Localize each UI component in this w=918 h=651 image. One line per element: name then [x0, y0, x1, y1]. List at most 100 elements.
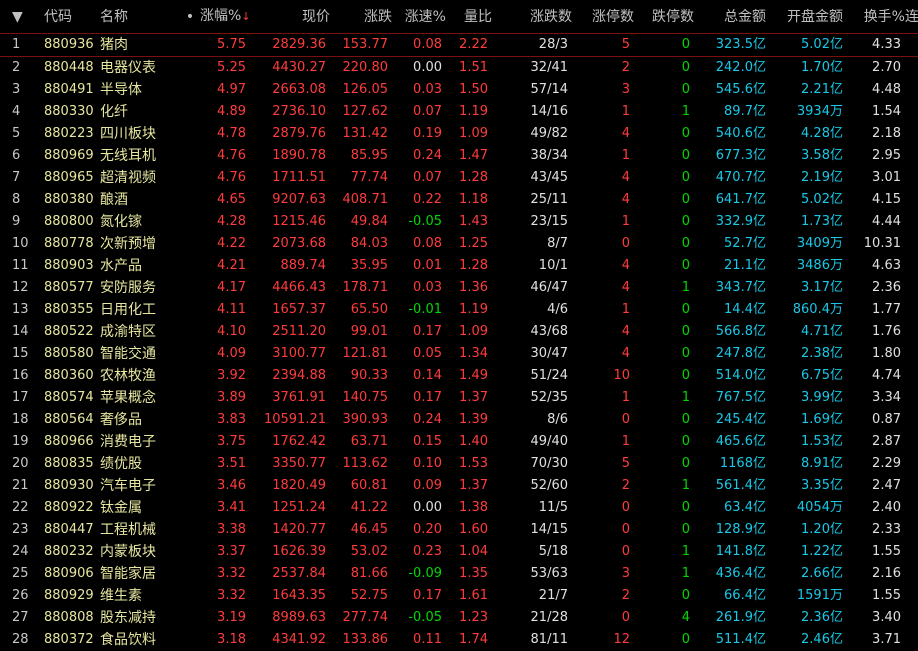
up-down-count: 32/41	[530, 60, 568, 75]
table-row[interactable]: 8 880380 酿酒 4.65 9207.63 408.71 0.22 1.18 25/11 4…	[0, 189, 918, 211]
turnover: 2.18	[872, 126, 901, 141]
up-down-count: 14/16	[530, 104, 568, 119]
table-row[interactable]: 26 880929 维生素 3.32 1643.35 52.75 0.17 1.61 21/7 2…	[0, 585, 918, 607]
limit-up-count: 5	[572, 33, 634, 57]
table-row[interactable]: 4 880330 化纤 4.89 2736.10 127.62 0.07 1.19 14/16 1…	[0, 101, 918, 123]
row-index: 23	[12, 522, 29, 537]
limit-down-count: 1	[681, 478, 690, 493]
board-name: 汽车电子	[100, 478, 156, 494]
header-amount[interactable]: 总金额	[694, 0, 766, 34]
limit-down-count: 0	[681, 412, 690, 427]
volume-ratio: 1.74	[459, 632, 488, 647]
volume-ratio: 2.22	[446, 33, 492, 57]
table-row[interactable]: 7 880965 超清视频 4.76 1711.51 77.74 0.07 1.28 43/45…	[0, 167, 918, 189]
table-row[interactable]: 28 880372 食品饮料 3.18 4341.92 133.86 0.11 1.74 81/…	[0, 629, 918, 651]
table-row[interactable]: 10 880778 次新预增 4.22 2073.68 84.03 0.08 1.25 8/7 0…	[0, 233, 918, 255]
volume-ratio: 1.37	[459, 478, 488, 493]
total-amount: 323.5亿	[694, 33, 766, 57]
total-amount: 767.5亿	[715, 390, 766, 405]
total-amount: 332.9亿	[715, 214, 766, 229]
row-index: 17	[12, 390, 29, 405]
speed: 0.15	[413, 434, 442, 449]
header-change-pct[interactable]: 涨幅%↓	[200, 0, 250, 34]
consecutive	[905, 607, 918, 629]
speed: 0.00	[413, 500, 442, 515]
board-name: 水产品	[100, 258, 142, 274]
price: 1626.39	[272, 544, 326, 559]
table-row[interactable]: 16 880360 农林牧渔 3.92 2394.88 90.33 0.14 1.49 51/2…	[0, 365, 918, 387]
header-turnover[interactable]: 换手%	[843, 0, 905, 34]
header-speed[interactable]: 涨速%	[392, 0, 446, 34]
table-row[interactable]: 18 880564 奢侈品 3.83 10591.21 390.93 0.24 1.39 8/6…	[0, 409, 918, 431]
table-row[interactable]: 14 880522 成渝特区 4.10 2511.20 99.01 0.17 1.09 43/6…	[0, 321, 918, 343]
limit-down-count: 0	[681, 60, 690, 75]
consecutive	[905, 211, 918, 233]
table-row[interactable]: 5 880223 四川板块 4.78 2879.76 131.42 0.19 1.09 49/8…	[0, 123, 918, 145]
total-amount: 66.4亿	[724, 588, 766, 603]
total-amount: 261.9亿	[715, 610, 766, 625]
table-row[interactable]: 12 880577 安防服务 4.17 4466.43 178.71 0.03 1.36 46/…	[0, 277, 918, 299]
table-row[interactable]: 6 880969 无线耳机 4.76 1890.78 85.95 0.24 1.47 38/34…	[0, 145, 918, 167]
table-row[interactable]: 24 880232 内蒙板块 3.37 1626.39 53.02 0.23 1.04 5/18…	[0, 541, 918, 563]
price: 2073.68	[272, 236, 326, 251]
change: 90.33	[350, 368, 388, 383]
table-row[interactable]: 21 880930 汽车电子 3.46 1820.49 60.81 0.09 1.37 52/6…	[0, 475, 918, 497]
header-name[interactable]: 名称	[100, 0, 180, 34]
total-amount: 343.7亿	[715, 280, 766, 295]
price: 1657.37	[272, 302, 326, 317]
table-row[interactable]: 13 880355 日用化工 4.11 1657.37 65.50 -0.01 1.19 4/6…	[0, 299, 918, 321]
spacer	[180, 33, 200, 57]
spacer	[180, 519, 200, 541]
board-name: 电器仪表	[100, 60, 156, 76]
header-dot-icon[interactable]: •	[180, 0, 200, 34]
table-row[interactable]: 11 880903 水产品 4.21 889.74 35.95 0.01 1.28 10/1 4 0…	[0, 255, 918, 277]
table-row[interactable]: 15 880580 智能交通 4.09 3100.77 121.81 0.05 1.34 30/…	[0, 343, 918, 365]
header-change[interactable]: 涨跌	[330, 0, 392, 34]
table-row[interactable]: 19 880966 消费电子 3.75 1762.42 63.71 0.15 1.40 49/4…	[0, 431, 918, 453]
row-index: 20	[12, 456, 29, 471]
volume-ratio: 1.35	[459, 566, 488, 581]
turnover: 4.15	[872, 192, 901, 207]
table-row[interactable]: 23 880447 工程机械 3.38 1420.77 46.45 0.20 1.60 14/1…	[0, 519, 918, 541]
consecutive	[905, 233, 918, 255]
table-row[interactable]: 1 880936 猪肉 5.75 2829.36 153.77 0.08 2.22 28/3 5 0…	[0, 33, 918, 57]
change-pct: 3.32	[217, 566, 246, 581]
limit-down-count: 4	[681, 610, 690, 625]
spacer	[180, 211, 200, 233]
table-row[interactable]: 22 880922 钛金属 3.41 1251.24 41.22 0.00 1.38 11/5 0…	[0, 497, 918, 519]
table-row[interactable]: 27 880808 股东减持 3.19 8989.63 277.74 -0.05 1.23 21…	[0, 607, 918, 629]
header-up-down[interactable]: 涨跌数	[492, 0, 572, 34]
up-down-count: 53/63	[530, 566, 568, 581]
table-row[interactable]: 2 880448 电器仪表 5.25 4430.27 220.80 0.00 1.51 32/4…	[0, 57, 918, 80]
table-row[interactable]: 25 880906 智能家居 3.32 2537.84 81.66 -0.09 1.35 53/…	[0, 563, 918, 585]
change: 153.77	[330, 33, 392, 57]
limit-up-count: 2	[621, 478, 630, 493]
up-down-count: 28/3	[492, 33, 572, 57]
turnover: 4.63	[872, 258, 901, 273]
table-row[interactable]: 9 880800 氮化镓 4.28 1215.46 49.84 -0.05 1.43 23/15…	[0, 211, 918, 233]
table-row[interactable]: 17 880574 苹果概念 3.89 3761.91 140.75 0.17 1.37 52/…	[0, 387, 918, 409]
limit-up-count: 1	[621, 390, 630, 405]
table-row[interactable]: 20 880835 绩优股 3.51 3350.77 113.62 0.10 1.53 70/3…	[0, 453, 918, 475]
speed: 0.00	[413, 60, 442, 75]
header-open-amount[interactable]: 开盘金额	[766, 0, 843, 34]
change: 60.81	[350, 478, 388, 493]
change: 127.62	[342, 104, 389, 119]
price: 10591.21	[263, 412, 326, 427]
header-price[interactable]: 现价	[250, 0, 330, 34]
table-row[interactable]: 3 880491 半导体 4.97 2663.08 126.05 0.03 1.50 57/14…	[0, 79, 918, 101]
total-amount: 128.9亿	[715, 522, 766, 537]
limit-up-count: 10	[613, 368, 630, 383]
board-code: 880448	[44, 60, 94, 75]
turnover: 3.71	[872, 632, 901, 647]
change-pct: 3.37	[217, 544, 246, 559]
header-limit-down[interactable]: 跌停数	[634, 0, 694, 34]
turnover: 1.76	[872, 324, 901, 339]
column-menu-icon[interactable]: ▼	[0, 0, 40, 34]
open-amount: 1.73亿	[801, 214, 843, 229]
header-limit-up[interactable]: 涨停数	[572, 0, 634, 34]
header-code[interactable]: 代码	[40, 0, 100, 34]
header-volume-ratio[interactable]: 量比	[446, 0, 492, 34]
header-consecutive[interactable]: 连涨	[905, 0, 918, 34]
limit-down-count: 0	[681, 170, 690, 185]
